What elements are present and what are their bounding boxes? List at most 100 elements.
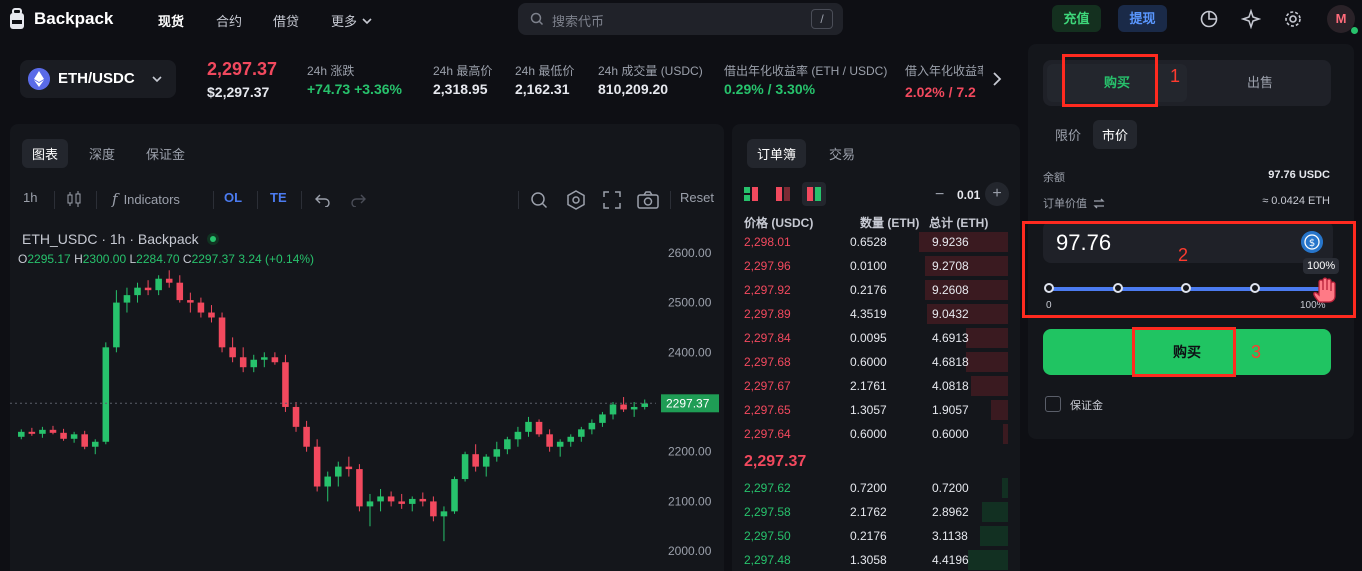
indicators-button[interactable]: f Indicators bbox=[112, 190, 180, 208]
nav-futures[interactable]: 合约 bbox=[216, 11, 242, 30]
ask-row[interactable]: 2,297.92 0.2176 9.2608 bbox=[732, 278, 1020, 302]
ask-row[interactable]: 2,297.67 2.1761 4.0818 bbox=[732, 374, 1020, 398]
search-icon bbox=[530, 12, 544, 26]
nav-more[interactable]: 更多 bbox=[331, 11, 374, 30]
backpack-logo-icon[interactable] bbox=[8, 8, 26, 30]
ask-price: 2,297.65 bbox=[744, 403, 791, 417]
candle-body bbox=[556, 441, 564, 447]
deposit-button[interactable]: 充值 bbox=[1052, 5, 1101, 32]
last-price-usd: $2,297.37 bbox=[207, 84, 270, 100]
bid-depth-bar bbox=[982, 502, 1008, 522]
chevron-right-icon[interactable] bbox=[990, 71, 1004, 87]
y-tick-label: 2000.00 bbox=[668, 544, 712, 558]
search-input[interactable]: 搜索代币 / bbox=[518, 3, 843, 35]
y-tick-label: 2600.00 bbox=[668, 246, 712, 260]
candle-body bbox=[28, 431, 36, 434]
last-price: 2,297.37 bbox=[207, 59, 278, 79]
candle-body bbox=[303, 426, 310, 447]
tick-increase-button[interactable]: + bbox=[985, 182, 1009, 206]
interval-button[interactable]: 1h bbox=[23, 190, 37, 205]
pair-selector[interactable]: ETH/USDC bbox=[20, 60, 176, 98]
book-view-asks-icon[interactable] bbox=[776, 187, 790, 201]
undo-icon[interactable] bbox=[315, 193, 331, 207]
limit-tab[interactable]: 限价 bbox=[1055, 125, 1081, 144]
candle-body bbox=[335, 466, 342, 477]
candle-body bbox=[472, 454, 479, 467]
tab-margin[interactable]: 保证金 bbox=[146, 144, 185, 163]
candle-body bbox=[123, 295, 131, 303]
tab-trades[interactable]: 交易 bbox=[829, 144, 855, 163]
candle-body bbox=[356, 469, 363, 507]
market-tab[interactable]: 市价 bbox=[1093, 120, 1138, 149]
function-icon: f bbox=[112, 190, 118, 208]
candle-body bbox=[113, 302, 120, 348]
withdraw-button[interactable]: 提现 bbox=[1118, 5, 1167, 32]
ask-row[interactable]: 2,297.89 4.3519 9.0432 bbox=[732, 302, 1020, 326]
candle-body bbox=[229, 347, 236, 358]
gear-icon[interactable] bbox=[1283, 9, 1303, 29]
brand-name[interactable]: Backpack bbox=[34, 9, 113, 29]
settings-hex-icon[interactable] bbox=[566, 190, 586, 210]
nav-spot[interactable]: 现货 bbox=[158, 11, 184, 30]
ask-row[interactable]: 2,297.84 0.0095 4.6913 bbox=[732, 326, 1020, 350]
bid-price: 2,297.50 bbox=[744, 529, 791, 543]
candle-body bbox=[630, 406, 638, 410]
tick-decrease-button[interactable]: − bbox=[935, 186, 944, 204]
ask-row[interactable]: 2,297.65 1.3057 1.9057 bbox=[732, 398, 1020, 422]
bid-total: 4.4196 bbox=[932, 553, 969, 567]
ask-total: 4.0818 bbox=[932, 379, 969, 393]
order-value-label-row: 订单价值 bbox=[1043, 195, 1105, 211]
bid-row[interactable]: 2,297.62 0.7200 0.7200 bbox=[732, 476, 1020, 500]
candle-body bbox=[271, 357, 279, 363]
ol-button[interactable]: OL bbox=[224, 190, 242, 205]
nav-lend[interactable]: 借贷 bbox=[273, 11, 299, 30]
last-price-tag-label: 2297.37 bbox=[666, 396, 710, 410]
tab-chart[interactable]: 图表 bbox=[22, 139, 69, 168]
ask-total: 4.6913 bbox=[932, 331, 969, 345]
indicators-label: Indicators bbox=[123, 191, 180, 207]
candle-body bbox=[250, 359, 258, 368]
reset-button[interactable]: Reset bbox=[680, 190, 714, 205]
book-view-both-icon[interactable] bbox=[744, 187, 758, 201]
candle-type-icon[interactable] bbox=[66, 191, 82, 207]
book-view-bids-button[interactable] bbox=[802, 182, 826, 206]
ask-size: 1.3057 bbox=[850, 403, 887, 417]
ask-row[interactable]: 2,297.64 0.6000 0.6000 bbox=[732, 422, 1020, 446]
tab-depth[interactable]: 深度 bbox=[89, 144, 115, 163]
ask-depth-bar bbox=[966, 352, 1008, 372]
candle-body bbox=[609, 404, 617, 415]
sell-tab[interactable]: 出售 bbox=[1193, 64, 1327, 102]
bid-row[interactable]: 2,297.50 0.2176 3.1138 bbox=[732, 524, 1020, 548]
bid-size: 1.3058 bbox=[850, 553, 887, 567]
eth-icon bbox=[28, 68, 50, 90]
bid-depth-bar bbox=[980, 526, 1008, 546]
candlestick-chart[interactable]: 2600.002500.002400.002300.002200.002100.… bbox=[10, 219, 724, 571]
order-value: ≈ 0.0424 ETH bbox=[1262, 195, 1330, 207]
ask-row[interactable]: 2,297.68 0.6000 4.6818 bbox=[732, 350, 1020, 374]
redo-icon[interactable] bbox=[350, 193, 366, 207]
swap-icon[interactable] bbox=[1093, 198, 1105, 209]
candle-body bbox=[102, 347, 110, 442]
magnet-search-icon[interactable] bbox=[529, 190, 549, 210]
ask-total: 1.9057 bbox=[932, 403, 969, 417]
candle-body bbox=[440, 511, 448, 517]
candle-body bbox=[535, 421, 543, 435]
divider bbox=[301, 191, 302, 209]
header-total: 总计 (ETH) bbox=[929, 216, 989, 230]
tab-orderbook[interactable]: 订单簿 bbox=[747, 139, 807, 168]
camera-icon[interactable] bbox=[637, 191, 659, 209]
candle-body bbox=[81, 434, 88, 447]
ask-row[interactable]: 2,297.96 0.0100 9.2708 bbox=[732, 254, 1020, 278]
fullscreen-icon[interactable] bbox=[603, 191, 621, 209]
ask-row[interactable]: 2,298.01 0.6528 9.9236 bbox=[732, 230, 1020, 254]
te-button[interactable]: TE bbox=[270, 190, 287, 205]
bid-row[interactable]: 2,297.48 1.3058 4.4196 bbox=[732, 548, 1020, 571]
margin-checkbox[interactable] bbox=[1045, 396, 1061, 412]
candle-body bbox=[430, 501, 437, 517]
annotation-number-2: 2 bbox=[1178, 245, 1189, 265]
ask-price: 2,297.92 bbox=[744, 283, 791, 297]
ask-size: 0.6000 bbox=[850, 427, 887, 441]
sparkle-icon[interactable] bbox=[1241, 9, 1261, 29]
portfolio-pie-icon[interactable] bbox=[1199, 9, 1219, 29]
bid-row[interactable]: 2,297.58 2.1762 2.8962 bbox=[732, 500, 1020, 524]
